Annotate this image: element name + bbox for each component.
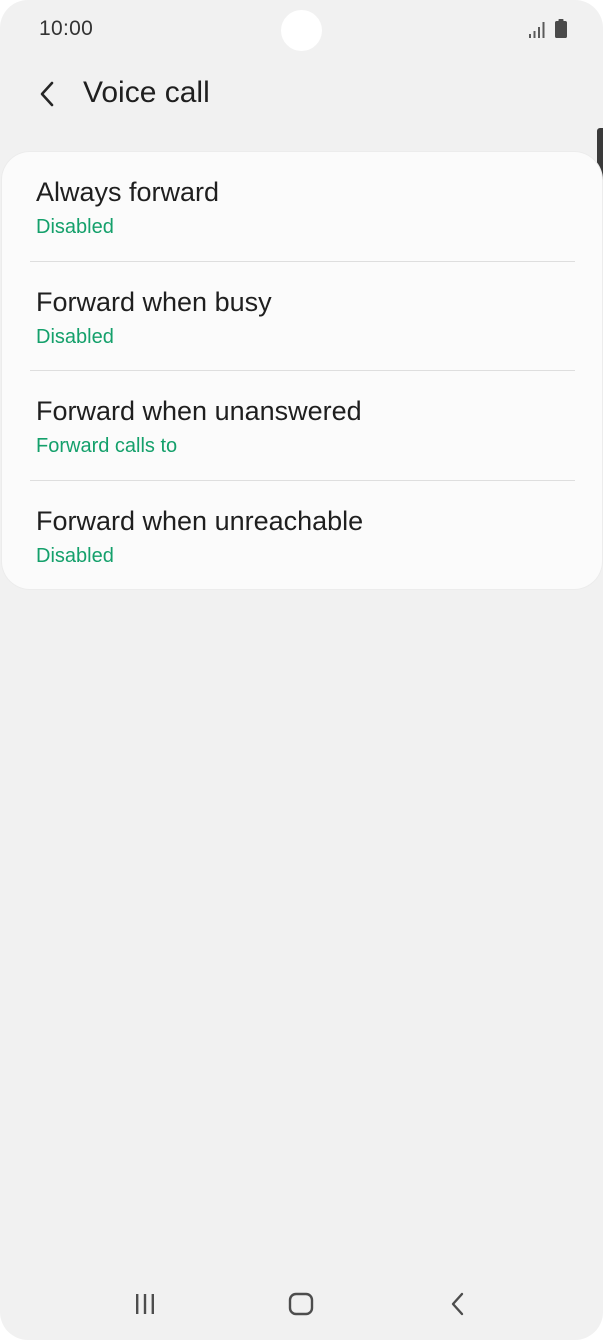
signal-icon [529, 22, 545, 38]
phone-screen: 10:00 Voice call Always forward Disabled… [0, 0, 603, 1340]
item-title: Forward when unreachable [36, 506, 364, 536]
list-item-forward-when-unreachable[interactable]: Forward when unreachable Disabled [2, 481, 602, 590]
chevron-left-icon [40, 81, 54, 107]
battery-icon [555, 19, 567, 38]
item-status: Disabled [36, 326, 114, 348]
list-item-forward-when-busy[interactable]: Forward when busy Disabled [2, 262, 602, 371]
item-status: Disabled [36, 216, 114, 238]
camera-cutout [281, 10, 322, 51]
list-item-forward-when-unanswered[interactable]: Forward when unanswered Forward calls to [2, 371, 602, 480]
recents-icon [136, 1294, 154, 1314]
status-time: 10:00 [39, 17, 94, 40]
list-item-always-forward[interactable]: Always forward Disabled [2, 152, 602, 261]
home-icon [288, 1292, 314, 1316]
back-button[interactable] [28, 74, 68, 114]
item-status: Disabled [36, 545, 114, 567]
app-bar: Voice call [0, 60, 603, 132]
item-title: Forward when busy [36, 287, 272, 317]
back-icon [451, 1292, 464, 1316]
status-bar: 10:00 [0, 0, 603, 60]
page-title: Voice call [83, 76, 210, 109]
system-back-button[interactable] [438, 1287, 478, 1321]
home-button[interactable] [281, 1287, 321, 1321]
recents-button[interactable] [125, 1287, 165, 1321]
status-icons [529, 19, 567, 38]
item-title: Always forward [36, 177, 220, 207]
navigation-bar [0, 1270, 603, 1340]
item-status: Forward calls to [36, 435, 178, 457]
item-title: Forward when unanswered [36, 396, 362, 426]
call-forwarding-card: Always forward Disabled Forward when bus… [2, 152, 602, 589]
